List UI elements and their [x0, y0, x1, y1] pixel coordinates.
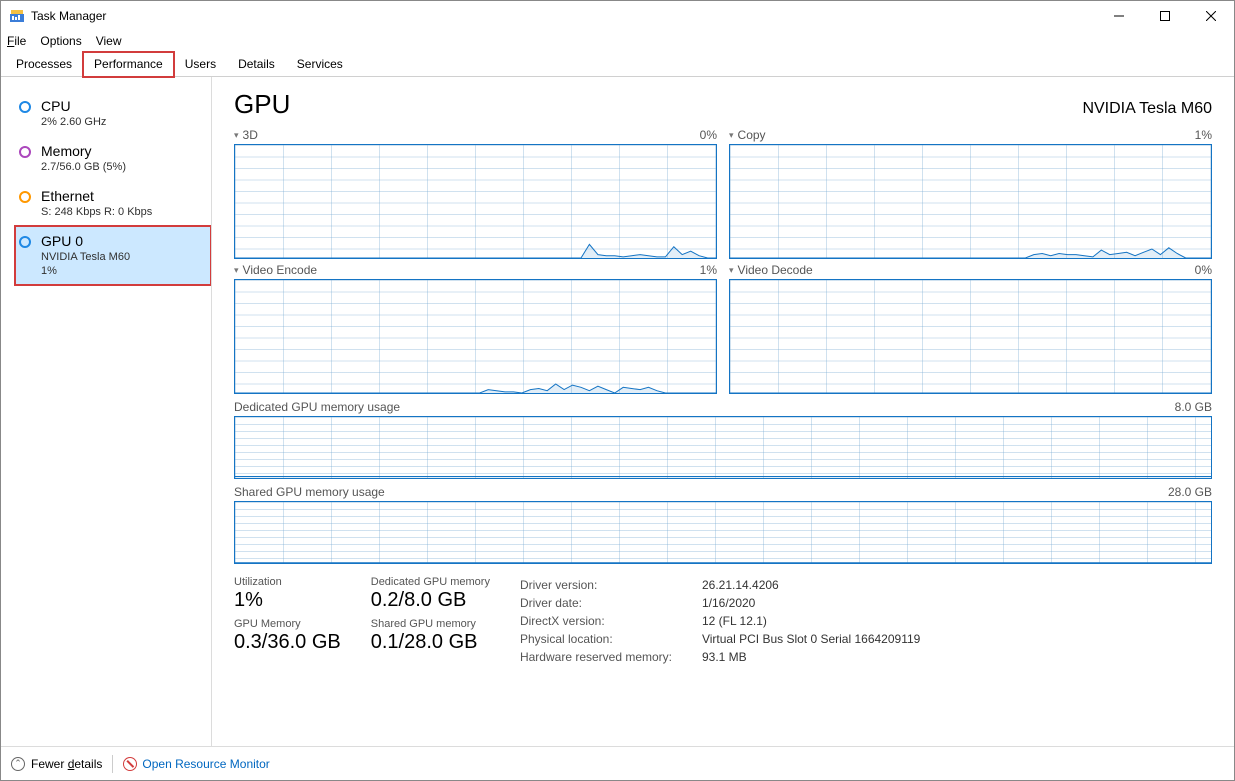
resource-monitor-icon	[123, 757, 137, 771]
sidebar-item-label: CPU	[41, 98, 106, 115]
stat-label: GPU Memory	[234, 618, 341, 630]
content: GPU NVIDIA Tesla M60 ▾ 3D 0% ▾ Copy 1%	[212, 77, 1234, 746]
chevron-down-icon[interactable]: ▾	[729, 265, 734, 276]
sidebar-item-sub: 1%	[41, 264, 130, 278]
menubar: File Options View	[1, 31, 1234, 51]
fewer-details-button[interactable]: ⌃ Fewer details	[11, 757, 102, 771]
panel-pct: 1%	[1195, 128, 1212, 142]
info-key: DirectX version:	[520, 612, 692, 630]
maximize-button[interactable]	[1142, 1, 1188, 31]
panel-pct: 0%	[1195, 263, 1212, 277]
stat-value: 0.2/8.0 GB	[371, 589, 490, 612]
gpu-icon	[19, 236, 31, 248]
info-value: 26.21.14.4206	[702, 576, 779, 594]
sidebar-item-label: Memory	[41, 143, 126, 160]
sidebar-item-label: GPU 0	[41, 233, 130, 250]
stat-label: Utilization	[234, 576, 341, 588]
chart-dedicated-mem	[234, 416, 1212, 479]
minimize-button[interactable]	[1096, 1, 1142, 31]
tab-users[interactable]: Users	[174, 52, 227, 77]
mem-chart-label: Shared GPU memory usage	[234, 485, 385, 499]
driver-info: Driver version: 26.21.14.4206 Driver date…	[520, 576, 920, 666]
task-manager-window: Task Manager File Options View Processes…	[0, 0, 1235, 781]
sidebar: CPU 2% 2.60 GHz Memory 2.7/56.0 GB (5%) …	[1, 77, 212, 746]
close-button[interactable]	[1188, 1, 1234, 31]
memory-icon	[19, 146, 31, 158]
mem-chart-max: 28.0 GB	[1168, 485, 1212, 499]
cpu-icon	[19, 101, 31, 113]
mem-chart-max: 8.0 GB	[1175, 400, 1212, 414]
info-value: 1/16/2020	[702, 594, 755, 612]
tabs: Processes Performance Users Details Serv…	[1, 51, 1234, 77]
info-key: Driver version:	[520, 576, 692, 594]
chart-video-decode	[729, 279, 1212, 394]
sidebar-item-memory[interactable]: Memory 2.7/56.0 GB (5%)	[15, 136, 211, 181]
ethernet-icon	[19, 191, 31, 203]
chart-copy	[729, 144, 1212, 259]
stat-value: 0.3/36.0 GB	[234, 631, 341, 654]
panel-label[interactable]: Video Encode	[243, 263, 318, 277]
stat-label: Dedicated GPU memory	[371, 576, 490, 588]
chart-3d	[234, 144, 717, 259]
separator	[112, 755, 113, 773]
info-key: Physical location:	[520, 630, 692, 648]
menu-file[interactable]: File	[7, 34, 26, 48]
menu-options[interactable]: Options	[40, 34, 81, 48]
panel-label[interactable]: Copy	[738, 128, 766, 142]
sidebar-item-sub: 2.7/56.0 GB (5%)	[41, 160, 126, 174]
info-value: 93.1 MB	[702, 648, 747, 666]
link-label: Open Resource Monitor	[142, 757, 269, 771]
panel-label[interactable]: Video Decode	[738, 263, 813, 277]
chevron-down-icon[interactable]: ▾	[234, 130, 239, 141]
sidebar-item-sub: S: 248 Kbps R: 0 Kbps	[41, 205, 152, 219]
chart-shared-mem	[234, 501, 1212, 564]
open-resource-monitor-link[interactable]: Open Resource Monitor	[123, 757, 269, 771]
info-key: Hardware reserved memory:	[520, 648, 692, 666]
window-title: Task Manager	[31, 9, 106, 23]
info-key: Driver date:	[520, 594, 692, 612]
tab-services[interactable]: Services	[286, 52, 354, 77]
titlebar[interactable]: Task Manager	[1, 1, 1234, 31]
menu-view[interactable]: View	[96, 34, 122, 48]
panel-label[interactable]: 3D	[243, 128, 258, 142]
tab-performance[interactable]: Performance	[83, 52, 174, 77]
footer: ⌃ Fewer details Open Resource Monitor	[1, 746, 1234, 780]
sidebar-item-sub: NVIDIA Tesla M60	[41, 250, 130, 264]
tab-processes[interactable]: Processes	[5, 52, 83, 77]
sidebar-item-label: Ethernet	[41, 188, 152, 205]
info-value: 12 (FL 12.1)	[702, 612, 767, 630]
sidebar-item-ethernet[interactable]: Ethernet S: 248 Kbps R: 0 Kbps	[15, 181, 211, 226]
panel-pct: 1%	[700, 263, 717, 277]
chart-video-encode	[234, 279, 717, 394]
chevron-down-icon[interactable]: ▾	[234, 265, 239, 276]
stat-value: 1%	[234, 589, 341, 612]
panel-pct: 0%	[700, 128, 717, 142]
sidebar-item-sub: 2% 2.60 GHz	[41, 115, 106, 129]
stat-value: 0.1/28.0 GB	[371, 631, 490, 654]
collapse-icon: ⌃	[11, 757, 25, 771]
page-title: GPU	[234, 89, 290, 120]
window-controls	[1096, 1, 1234, 31]
chevron-down-icon[interactable]: ▾	[729, 130, 734, 141]
mem-chart-label: Dedicated GPU memory usage	[234, 400, 400, 414]
info-value: Virtual PCI Bus Slot 0 Serial 1664209119	[702, 630, 920, 648]
sidebar-item-cpu[interactable]: CPU 2% 2.60 GHz	[15, 91, 211, 136]
app-icon	[9, 8, 25, 24]
stat-label: Shared GPU memory	[371, 618, 490, 630]
sidebar-item-gpu0[interactable]: GPU 0 NVIDIA Tesla M60 1%	[15, 226, 211, 285]
device-name: NVIDIA Tesla M60	[1082, 100, 1212, 118]
stats: Utilization 1% GPU Memory 0.3/36.0 GB De…	[234, 576, 1212, 666]
tab-details[interactable]: Details	[227, 52, 286, 77]
